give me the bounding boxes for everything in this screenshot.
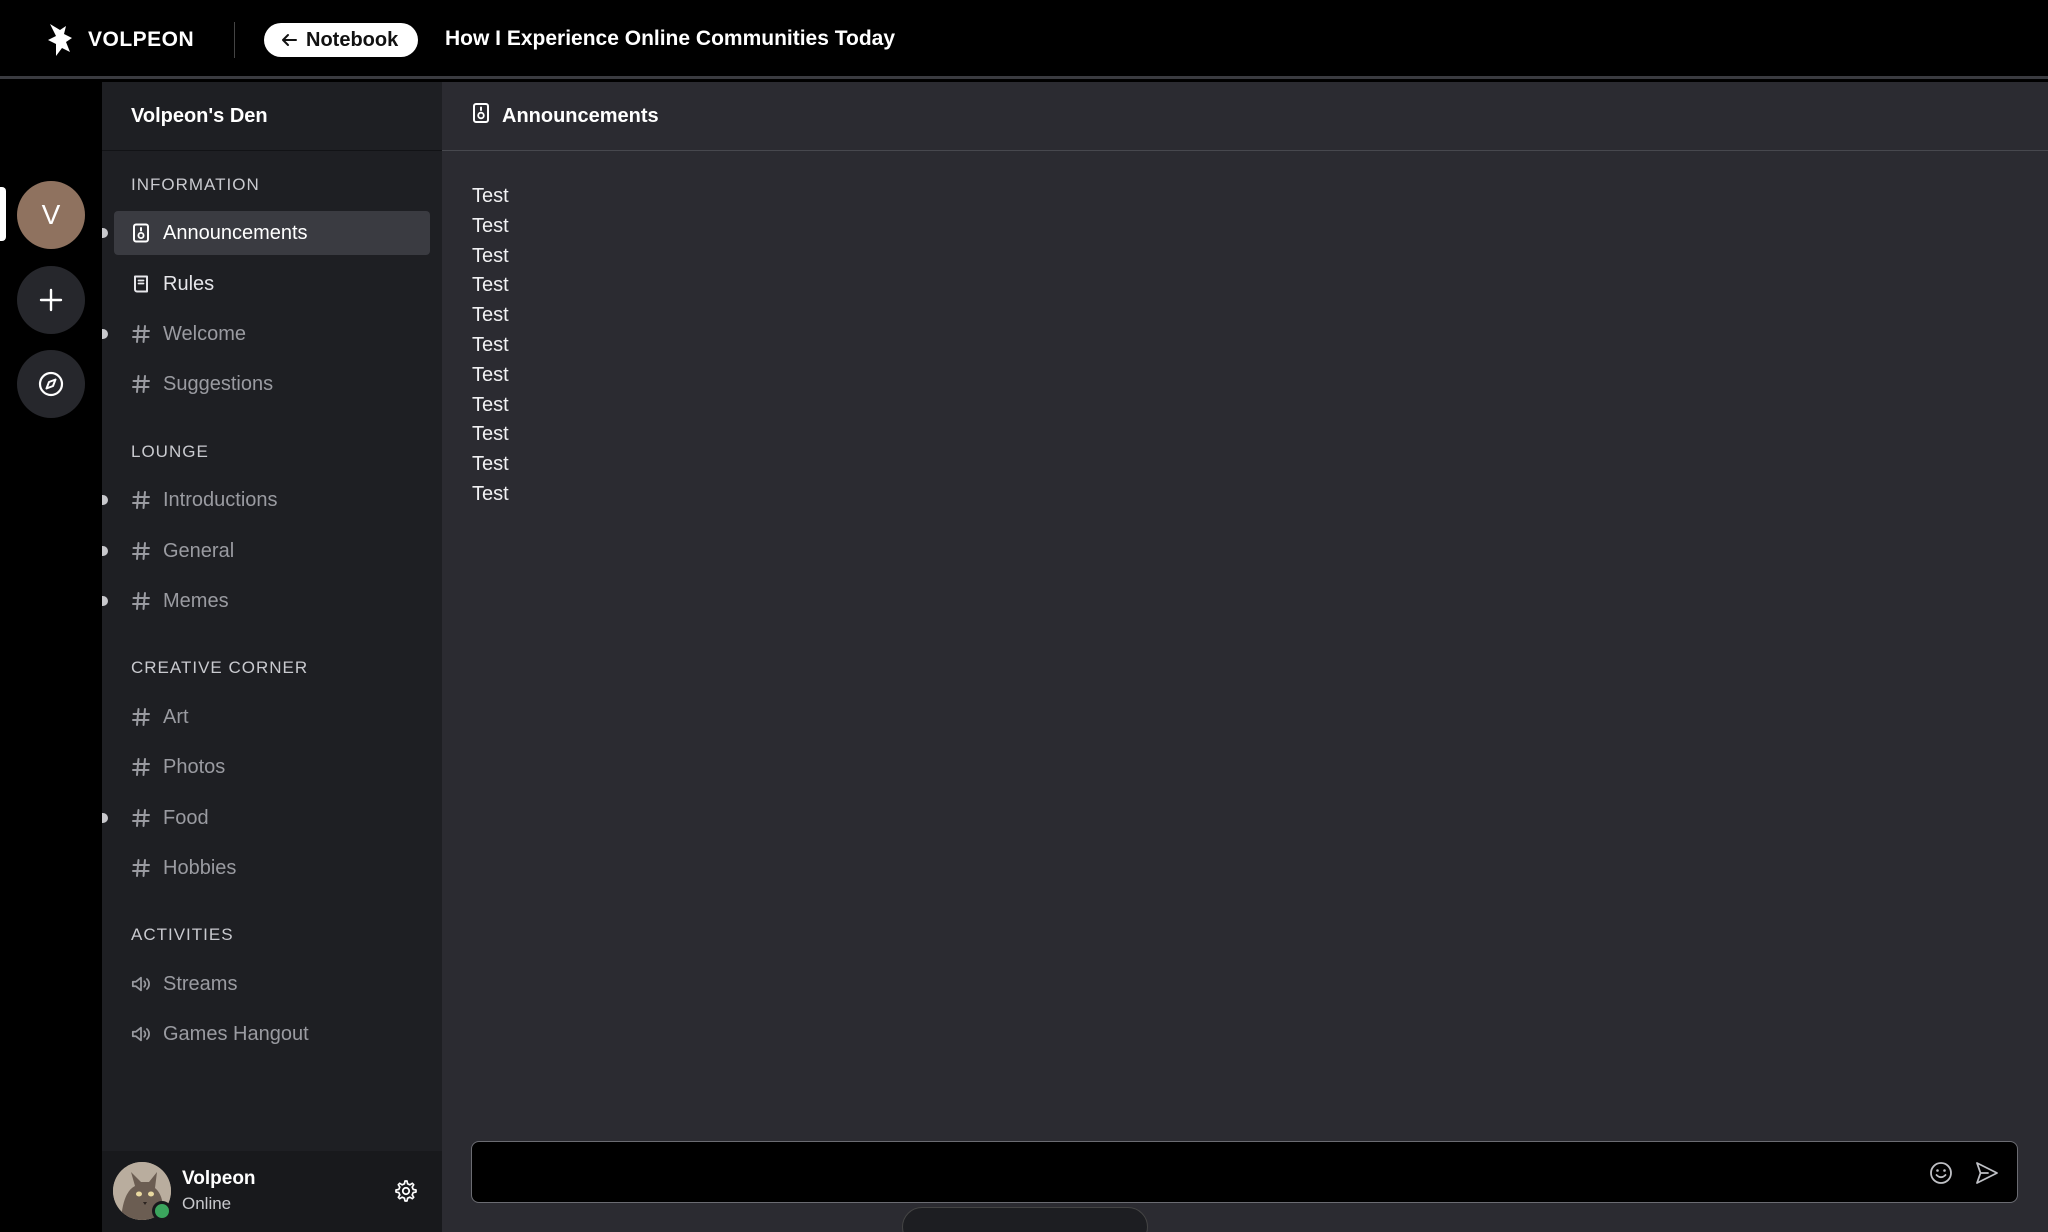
message-composer: [471, 1141, 2018, 1203]
message-text: Test: [472, 244, 509, 267]
add-server-button[interactable]: [17, 266, 85, 334]
channel-welcome[interactable]: Welcome: [102, 312, 430, 356]
unread-indicator: [102, 813, 108, 823]
server-name: Volpeon's Den: [131, 104, 268, 127]
explore-servers-button[interactable]: [17, 350, 85, 418]
gear-icon: [395, 1180, 417, 1202]
channel-food[interactable]: Food: [102, 796, 430, 840]
category-information[interactable]: INFORMATION: [131, 175, 260, 195]
emoji-button[interactable]: [1928, 1160, 1954, 1186]
channel-memes[interactable]: Memes: [102, 579, 430, 623]
brand-name: VOLPEON: [88, 28, 195, 51]
user-name: Volpeon: [182, 1168, 256, 1189]
user-settings-button[interactable]: [394, 1179, 418, 1203]
announcement-icon: [131, 223, 151, 243]
active-server-indicator: [0, 187, 6, 241]
channel-label: Memes: [163, 589, 229, 612]
unread-indicator: [102, 596, 108, 606]
channel-label: Rules: [163, 272, 215, 295]
channel-general[interactable]: General: [102, 529, 430, 573]
channel-label: General: [163, 539, 235, 562]
book-icon: [131, 274, 151, 294]
server-initial: V: [41, 199, 61, 230]
channel-rules[interactable]: Rules: [114, 262, 430, 306]
category-activities[interactable]: ACTIVITIES: [131, 925, 234, 945]
hash-icon: [131, 374, 151, 394]
message-text: Test: [472, 185, 509, 207]
message-text: Test: [472, 482, 509, 505]
message-text: Test: [472, 304, 509, 327]
notebook-label: Notebook: [306, 28, 399, 51]
server-name-header[interactable]: Volpeon's Den: [102, 82, 442, 151]
channel-label: Announcements: [163, 221, 308, 244]
channel-games-hangout[interactable]: Games Hangout: [114, 1012, 430, 1056]
main-content: Announcements Test Test Test Test Test T…: [442, 82, 2048, 1232]
channel-label: Suggestions: [163, 372, 274, 395]
hash-icon: [131, 707, 151, 727]
hash-icon: [131, 541, 151, 561]
hash-icon: [131, 324, 151, 344]
channel-hobbies[interactable]: Hobbies: [114, 846, 430, 890]
channel-label: Hobbies: [163, 856, 237, 879]
category-creative-corner[interactable]: CREATIVE CORNER: [131, 658, 308, 678]
channel-label: Art: [163, 705, 189, 728]
channel-sidebar: Volpeon's Den INFORMATION Announcements …: [102, 82, 442, 1232]
channel-label: Introductions: [163, 488, 278, 511]
channel-announcements[interactable]: Announcements: [102, 211, 430, 255]
channel-label: Photos: [163, 755, 226, 778]
server-rail: V: [0, 82, 102, 1232]
message-input[interactable]: [488, 1154, 1888, 1190]
message-text: Test: [472, 453, 509, 476]
send-icon: [1976, 1162, 1998, 1184]
message-text: Test: [472, 393, 509, 416]
send-button[interactable]: [1974, 1160, 2000, 1186]
channel-label: Food: [163, 806, 209, 829]
plus-icon: [39, 288, 63, 312]
message-list: Test Test Test Test Test Test Test Test …: [472, 182, 509, 510]
unread-indicator: [102, 546, 108, 556]
top-bar: VOLPEON Notebook How I Experience Online…: [0, 0, 2048, 79]
channel-label: Streams: [163, 972, 238, 995]
bottom-toolbar-dock[interactable]: [902, 1207, 1148, 1232]
hash-icon: [131, 591, 151, 611]
channel-header: Announcements: [442, 82, 2048, 151]
announcement-icon: [472, 102, 490, 130]
smiley-icon: [1930, 1162, 1952, 1184]
message-text: Test: [472, 214, 509, 237]
brand-logo[interactable]: VOLPEON: [44, 20, 194, 60]
channel-title: Announcements: [502, 104, 659, 127]
hash-icon: [131, 490, 151, 510]
channel-suggestions[interactable]: Suggestions: [114, 362, 430, 406]
notebook-back-button[interactable]: Notebook: [264, 23, 419, 57]
channel-streams[interactable]: Streams: [114, 962, 430, 1006]
top-divider: [234, 22, 235, 58]
online-status-indicator: [152, 1201, 172, 1221]
message-text: Test: [472, 333, 509, 356]
speaker-icon: [131, 974, 151, 994]
category-lounge[interactable]: LOUNGE: [131, 442, 209, 462]
hash-icon: [131, 808, 151, 828]
channel-label: Welcome: [163, 322, 246, 345]
compass-icon: [38, 371, 64, 397]
arrow-left-icon: [282, 34, 297, 46]
user-panel: Volpeon Online: [102, 1151, 442, 1232]
server-icon-volpeons-den[interactable]: V: [17, 181, 85, 249]
page-title: How I Experience Online Communities Toda…: [445, 27, 896, 50]
channel-introductions[interactable]: Introductions: [102, 478, 430, 522]
channel-art[interactable]: Art: [114, 695, 430, 739]
channel-label: Games Hangout: [163, 1022, 309, 1045]
message-text: Test: [472, 423, 509, 446]
message-text: Test: [472, 363, 509, 386]
unread-indicator: [102, 495, 108, 505]
speaker-icon: [131, 1024, 151, 1044]
volpeon-logo-icon: [48, 24, 72, 56]
hash-icon: [131, 757, 151, 777]
channel-photos[interactable]: Photos: [114, 745, 430, 789]
message-text: Test: [472, 274, 509, 297]
user-status: Online: [182, 1194, 232, 1213]
unread-indicator: [102, 228, 108, 238]
hash-icon: [131, 858, 151, 878]
unread-indicator: [102, 329, 108, 339]
